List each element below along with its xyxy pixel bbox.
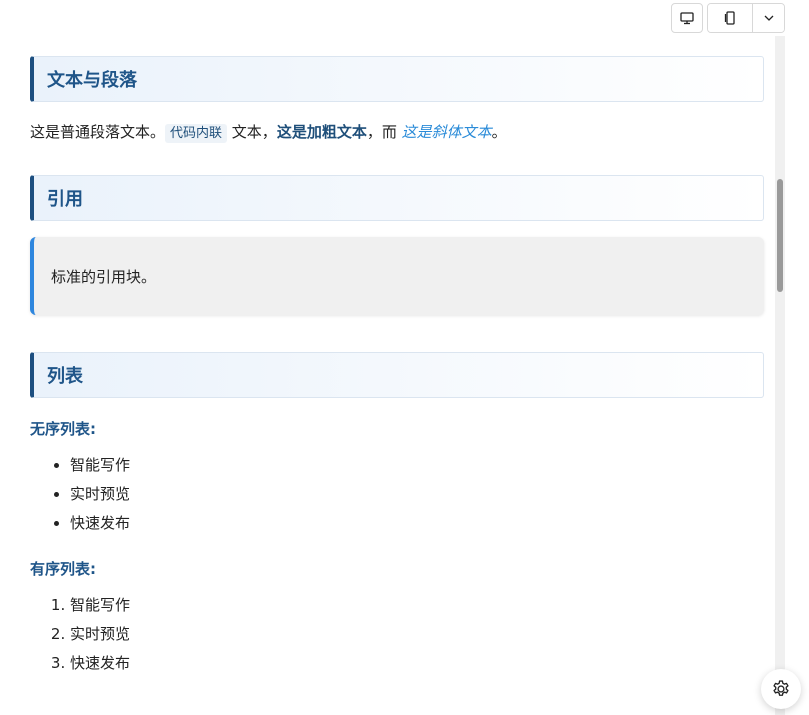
unordered-list-caption: 无序列表:: [30, 420, 96, 438]
preview-toolbar: [671, 3, 785, 33]
mobile-view-group: [707, 3, 785, 33]
document-content: 文本与段落 这是普通段落文本。 代码内联 文本，这是加粗文本，而 这是斜体文本。 …: [30, 56, 764, 678]
monitor-icon: [680, 12, 694, 25]
gear-icon: [773, 680, 789, 696]
bold-text: 这是加粗文本: [276, 123, 367, 141]
desktop-view-button[interactable]: [671, 3, 703, 33]
blockquote-text: 标准的引用块。: [51, 267, 157, 286]
paragraph-text: 这是普通段落文本。: [30, 123, 166, 141]
inline-code: 代码内联: [165, 124, 228, 143]
italic-text: 这是斜体文本: [401, 123, 492, 141]
paragraph-end: 。: [491, 123, 507, 141]
view-options-dropdown[interactable]: [752, 4, 784, 32]
unordered-list: 智能写作 实时预览 快速发布: [30, 451, 764, 538]
paragraph: 这是普通段落文本。 代码内联 文本，这是加粗文本，而 这是斜体文本。: [30, 122, 764, 144]
blockquote: 标准的引用块。: [30, 237, 764, 315]
section-heading-label: 列表: [47, 366, 83, 387]
chevron-down-icon: [764, 15, 773, 21]
ordered-list-caption: 有序列表:: [30, 560, 96, 578]
section-heading-quote: 引用: [30, 175, 764, 221]
paragraph-conj: ，而: [366, 123, 402, 141]
section-heading-label: 引用: [47, 189, 83, 210]
list-item: 实时预览: [70, 480, 764, 509]
section-heading-text: 文本与段落: [30, 56, 764, 102]
preview-viewport: 文本与段落 这是普通段落文本。 代码内联 文本，这是加粗文本，而 这是斜体文本。 …: [0, 0, 809, 715]
mobile-view-button[interactable]: [708, 4, 752, 32]
section-heading-label: 文本与段落: [47, 70, 137, 91]
mobile-icon: [724, 11, 735, 25]
scrollbar-thumb[interactable]: [777, 179, 783, 292]
ordered-list: 智能写作 实时预览 快速发布: [30, 591, 764, 678]
list-item: 智能写作: [70, 451, 764, 480]
list-item: 实时预览: [70, 620, 764, 649]
vertical-scrollbar[interactable]: [775, 36, 785, 715]
section-heading-lists: 列表: [30, 352, 764, 398]
settings-button[interactable]: [761, 669, 801, 709]
list-item: 快速发布: [70, 509, 764, 538]
list-item: 快速发布: [70, 649, 764, 678]
paragraph-text-mid: 文本，: [227, 123, 277, 141]
list-item: 智能写作: [70, 591, 764, 620]
